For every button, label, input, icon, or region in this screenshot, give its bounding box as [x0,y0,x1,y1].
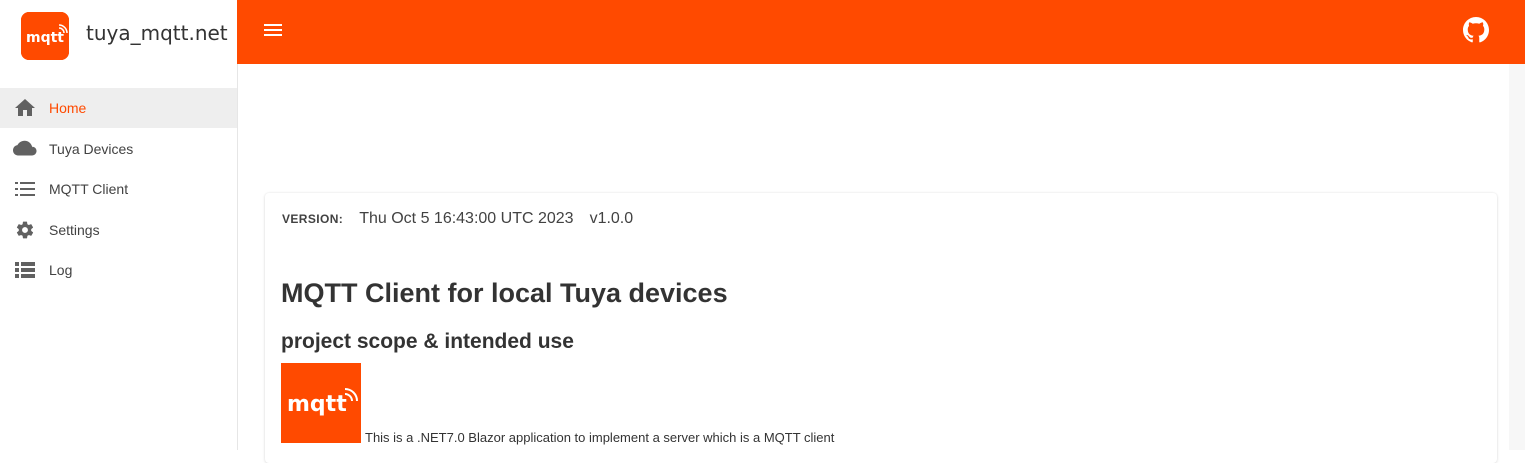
app-title: tuya_mqtt.net [86,21,228,45]
version-date: Thu Oct 5 16:43:00 UTC 2023 [359,210,574,227]
svg-text:mqtt: mqtt [26,30,64,46]
description-text: This is a .NET7.0 Blazor application to … [365,430,835,445]
sidebar-item-mqtt-client[interactable]: MQTT Client [0,169,237,209]
github-icon [1463,16,1489,48]
version-label: VERSION: [282,212,344,226]
github-link-button[interactable] [1462,16,1490,48]
log-list-icon [13,258,37,282]
home-icon [13,96,37,120]
sidebar-item-settings[interactable]: Settings [0,210,237,250]
hamburger-menu-icon [264,23,282,41]
sidebar: mqtt tuya_mqtt.net Home Tuya Devices MQT… [0,0,238,450]
content-card: VERSION: Thu Oct 5 16:43:00 UTC 2023 v1.… [265,193,1497,463]
version-row: VERSION: Thu Oct 5 16:43:00 UTC 2023 v1.… [282,210,633,228]
sidebar-item-tuya-devices[interactable]: Tuya Devices [0,129,237,169]
gear-icon [13,218,37,242]
version-number: v1.0.0 [589,210,634,227]
sidebar-item-label: Tuya Devices [49,141,134,157]
menu-button[interactable] [261,20,285,44]
sidebar-item-label: Settings [49,222,100,238]
cloud-icon [13,137,37,161]
svg-text:mqtt: mqtt [287,392,347,417]
section-heading: project scope & intended use [281,330,574,353]
sidebar-item-label: Log [49,262,73,278]
scrollbar[interactable] [1509,64,1525,450]
list-icon [13,177,37,201]
mqtt-logo-image: mqtt [281,363,361,443]
sidebar-item-home[interactable]: Home [0,88,237,128]
sidebar-item-label: Home [49,100,87,116]
sidebar-item-log[interactable]: Log [0,250,237,290]
app-logo: mqtt [21,12,69,60]
brand-header: mqtt tuya_mqtt.net [0,0,237,64]
top-app-bar [237,0,1525,64]
sidebar-item-label: MQTT Client [49,181,129,197]
page-title: MQTT Client for local Tuya devices [281,278,728,308]
